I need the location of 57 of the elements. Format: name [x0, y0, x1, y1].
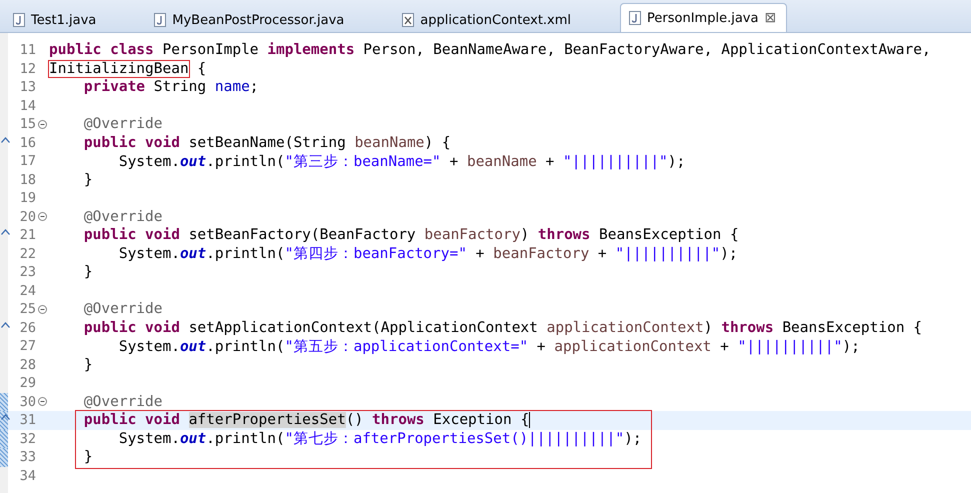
- code-line: }: [82, 449, 93, 466]
- code-line: }: [82, 356, 93, 373]
- line-number: 19: [18, 190, 36, 206]
- line-number: 15: [18, 116, 36, 132]
- java-file-icon: [13, 13, 25, 27]
- code-line: @Override: [82, 116, 162, 132]
- line-number: 17: [18, 153, 36, 170]
- line-number: 18: [18, 172, 36, 188]
- code-line: @Override: [82, 394, 162, 410]
- close-icon[interactable]: ⊠: [764, 10, 776, 26]
- code-line: System.out.println("第四步：beanFactory=" + beanFactory + "||||||||||");: [118, 245, 738, 264]
- line-number: 24: [18, 282, 36, 299]
- line-number: 30: [18, 394, 36, 410]
- code-editor[interactable]: [0, 33, 971, 493]
- code-line: }: [82, 172, 93, 188]
- line-number: 34: [18, 468, 36, 484]
- line-number: 27: [18, 338, 36, 354]
- line-number: 21: [18, 227, 36, 244]
- code-line: public void setApplicationContext(ApplicationContext applicationContext) throws BeansException {: [82, 320, 922, 336]
- code-line: public void afterPropertiesSet() throws Exception {: [82, 412, 530, 428]
- line-number: 26: [18, 320, 36, 336]
- line-number: 23: [18, 264, 36, 280]
- line-number: 25: [18, 301, 36, 318]
- line-number: 16: [18, 134, 36, 151]
- code-line: System.out.println("第七步：afterPropertiesSet()||||||||||");: [118, 430, 642, 448]
- line-number: 22: [18, 246, 36, 262]
- collapse-icon[interactable]: [38, 397, 46, 406]
- xml-file-icon: [402, 13, 414, 27]
- code-line: public class PersonImple implements Person, BeanNameAware, BeanFactoryAware, ApplicationContextAware,: [49, 42, 931, 58]
- code-line: InitializingBean {: [49, 60, 206, 77]
- line-number: 13: [18, 79, 36, 96]
- collapse-icon[interactable]: [38, 304, 46, 314]
- code-line: @Override: [82, 301, 162, 318]
- code-line: System.out.println("第三步：beanName=" + beanName + "||||||||||");: [118, 152, 686, 171]
- code-line: }: [82, 264, 93, 280]
- java-file-icon: [154, 13, 166, 27]
- code-line: public void setBeanFactory(BeanFactory beanFactory) throws BeansException {: [82, 227, 739, 244]
- line-number: 28: [18, 356, 36, 373]
- collapse-icon[interactable]: [38, 120, 46, 129]
- code-line: @Override: [82, 208, 162, 225]
- line-number: 29: [18, 375, 36, 392]
- editor-tab[interactable]: PersonImple.java ⊠: [620, 3, 788, 32]
- line-number: 32: [18, 430, 36, 447]
- line-number: 12: [18, 60, 36, 77]
- code-line: System.out.println("第五步：applicationContext=" + applicationContext + "||||||||||");: [118, 338, 860, 356]
- editor-tab[interactable]: Test1.java: [4, 7, 108, 32]
- line-number: 14: [18, 98, 36, 114]
- editor-tab[interactable]: applicationContext.xml: [393, 7, 582, 32]
- line-number: 31: [18, 412, 36, 428]
- code-line: private String name;: [82, 79, 259, 96]
- line-number: 11: [18, 42, 36, 58]
- line-number: 33: [18, 449, 36, 466]
- code-line: public void setBeanName(String beanName) {: [82, 134, 451, 151]
- java-file-icon: [629, 11, 642, 25]
- editor-tab[interactable]: MyBeanPostProcessor.java: [145, 7, 356, 32]
- collapse-icon[interactable]: [38, 212, 46, 222]
- line-number: 20: [18, 208, 36, 225]
